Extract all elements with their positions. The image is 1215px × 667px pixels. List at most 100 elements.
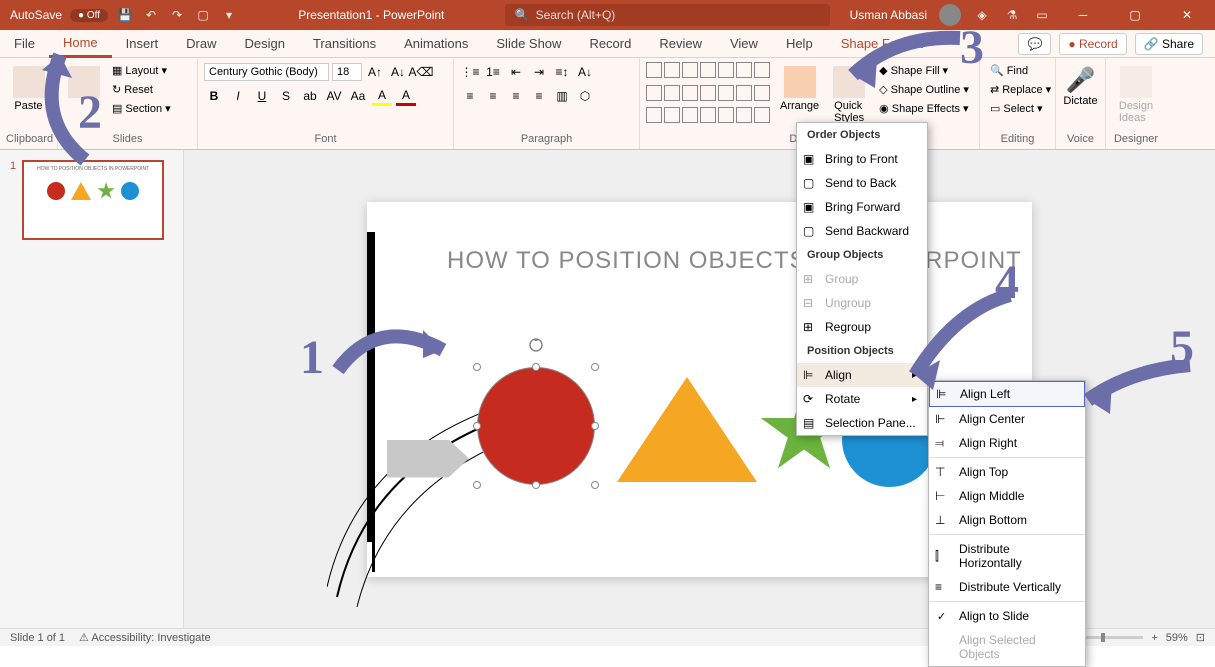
font-size-combo[interactable]: [332, 63, 362, 81]
undo-icon[interactable]: ↶: [142, 6, 160, 24]
tab-animations[interactable]: Animations: [390, 31, 482, 56]
submenu-align-center[interactable]: ⊩Align Center: [929, 407, 1085, 431]
numbering-button[interactable]: 1≡: [483, 62, 503, 82]
maximize-button[interactable]: ▢: [1115, 0, 1155, 30]
strikethrough-button[interactable]: S: [276, 86, 296, 106]
tab-help[interactable]: Help: [772, 31, 827, 56]
submenu-align-bottom[interactable]: ⊥Align Bottom: [929, 508, 1085, 532]
arrange-button[interactable]: Arrange: [776, 62, 823, 128]
orange-triangle-shape[interactable]: [617, 377, 757, 482]
columns-button[interactable]: ▥: [552, 86, 572, 106]
autosave-toggle[interactable]: ● Off: [70, 9, 108, 22]
handle-r[interactable]: [591, 422, 599, 430]
fit-to-window-button[interactable]: ⊡: [1196, 631, 1205, 644]
coming-soon-icon[interactable]: ⚗: [1003, 6, 1021, 24]
shapes-gallery[interactable]: [646, 62, 770, 128]
submenu-align-top[interactable]: ⊤Align Top: [929, 460, 1085, 484]
bold-button[interactable]: B: [204, 86, 224, 106]
font-color-button[interactable]: A: [396, 86, 416, 106]
menu-selection-pane[interactable]: ▤Selection Pane...: [797, 411, 927, 435]
handle-bl[interactable]: [473, 481, 481, 489]
zoom-in-button[interactable]: +: [1151, 632, 1157, 644]
submenu-align-slide[interactable]: ✓Align to Slide: [929, 604, 1085, 628]
dictate-button[interactable]: 🎤Dictate: [1062, 62, 1099, 111]
bullets-button[interactable]: ⋮≡: [460, 62, 480, 82]
red-circle-shape[interactable]: [477, 367, 595, 485]
design-ideas-button[interactable]: Design Ideas: [1112, 62, 1160, 128]
search-box[interactable]: 🔍 Search (Alt+Q): [505, 4, 830, 26]
save-icon[interactable]: 💾: [116, 6, 134, 24]
record-button[interactable]: ● Record: [1059, 33, 1126, 55]
ribbon: Paste Clipboard ▦ Layout ▾ ↻ Reset ▤ Sec…: [0, 58, 1215, 150]
dictate-icon: 🎤: [1066, 66, 1096, 95]
from-beginning-icon[interactable]: ▢: [194, 6, 212, 24]
menu-bring-forward[interactable]: ▣Bring Forward: [797, 195, 927, 219]
tab-design[interactable]: Design: [231, 31, 299, 56]
tab-draw[interactable]: Draw: [172, 31, 230, 56]
handle-tr[interactable]: [591, 363, 599, 371]
align-left-para[interactable]: ≡: [460, 86, 480, 106]
reset-button[interactable]: ↻ Reset: [108, 81, 175, 98]
menu-bring-to-front[interactable]: ▣Bring to Front: [797, 147, 927, 171]
tab-review[interactable]: Review: [645, 31, 716, 56]
handle-br[interactable]: [591, 481, 599, 489]
qat-more-icon[interactable]: ▾: [220, 6, 238, 24]
decrease-indent-button[interactable]: ⇤: [506, 62, 526, 82]
replace-button[interactable]: ⇄ Replace ▾: [986, 81, 1049, 98]
slide-title[interactable]: HOW TO POSITION OBJECTS IN POWERPOINT: [447, 247, 1022, 275]
submenu-align-right[interactable]: ⫤Align Right: [929, 431, 1085, 455]
accessibility-status[interactable]: ⚠ Accessibility: Investigate: [79, 631, 211, 644]
clear-formatting-icon[interactable]: A⌫: [411, 62, 431, 82]
decrease-font-icon[interactable]: A↓: [388, 62, 408, 82]
ribbon-display-icon[interactable]: ▭: [1033, 6, 1051, 24]
highlight-button[interactable]: A: [372, 86, 392, 106]
change-case-button[interactable]: Aa: [348, 86, 368, 106]
smartart-button[interactable]: ⬡: [575, 86, 595, 106]
handle-t[interactable]: [532, 363, 540, 371]
submenu-dist-v[interactable]: ≡Distribute Vertically: [929, 575, 1085, 599]
comments-button[interactable]: 💬: [1018, 33, 1051, 55]
underline-button[interactable]: U: [252, 86, 272, 106]
select-button[interactable]: ▭ Select ▾: [986, 100, 1049, 117]
justify-para[interactable]: ≡: [529, 86, 549, 106]
zoom-level[interactable]: 59%: [1166, 632, 1188, 644]
handle-l[interactable]: [473, 422, 481, 430]
handle-b[interactable]: [532, 481, 540, 489]
selected-red-circle[interactable]: [477, 367, 595, 485]
redo-icon[interactable]: ↷: [168, 6, 186, 24]
minimize-button[interactable]: ─: [1063, 0, 1103, 30]
italic-button[interactable]: I: [228, 86, 248, 106]
shadow-button[interactable]: ab: [300, 86, 320, 106]
tab-record[interactable]: Record: [575, 31, 645, 56]
user-avatar[interactable]: [939, 4, 961, 26]
share-button[interactable]: 🔗 Share: [1135, 33, 1203, 55]
menu-send-to-back[interactable]: ▢Send to Back: [797, 171, 927, 195]
text-direction-button[interactable]: A↓: [575, 62, 595, 82]
align-right-para[interactable]: ≡: [506, 86, 526, 106]
find-button[interactable]: 🔍 Find: [986, 62, 1049, 79]
slide-thumbnail[interactable]: HOW TO POSITION OBJECTS IN POWERPOINT: [22, 160, 164, 240]
username[interactable]: Usman Abbasi: [850, 8, 927, 22]
tab-slideshow[interactable]: Slide Show: [482, 31, 575, 56]
group-designer: Designer: [1112, 131, 1160, 145]
close-button[interactable]: ✕: [1167, 0, 1207, 30]
rotate-handle[interactable]: [528, 337, 544, 353]
tab-insert[interactable]: Insert: [112, 31, 173, 56]
layout-button[interactable]: ▦ Layout ▾: [108, 62, 175, 79]
slide-counter[interactable]: Slide 1 of 1: [10, 632, 65, 644]
tab-view[interactable]: View: [716, 31, 772, 56]
section-button[interactable]: ▤ Section ▾: [108, 100, 175, 117]
check-icon: ✓: [937, 610, 946, 623]
menu-send-backward[interactable]: ▢Send Backward: [797, 219, 927, 243]
font-name-combo[interactable]: [204, 63, 329, 81]
handle-tl[interactable]: [473, 363, 481, 371]
thumb-circle-icon: [47, 182, 65, 200]
tab-transitions[interactable]: Transitions: [299, 31, 390, 56]
line-spacing-button[interactable]: ≡↕: [552, 62, 572, 82]
increase-font-icon[interactable]: A↑: [365, 62, 385, 82]
submenu-dist-h[interactable]: ⫿Distribute Horizontally: [929, 537, 1085, 575]
increase-indent-button[interactable]: ⇥: [529, 62, 549, 82]
submenu-align-middle[interactable]: ⊢Align Middle: [929, 484, 1085, 508]
char-spacing-button[interactable]: AV: [324, 86, 344, 106]
align-center-para[interactable]: ≡: [483, 86, 503, 106]
